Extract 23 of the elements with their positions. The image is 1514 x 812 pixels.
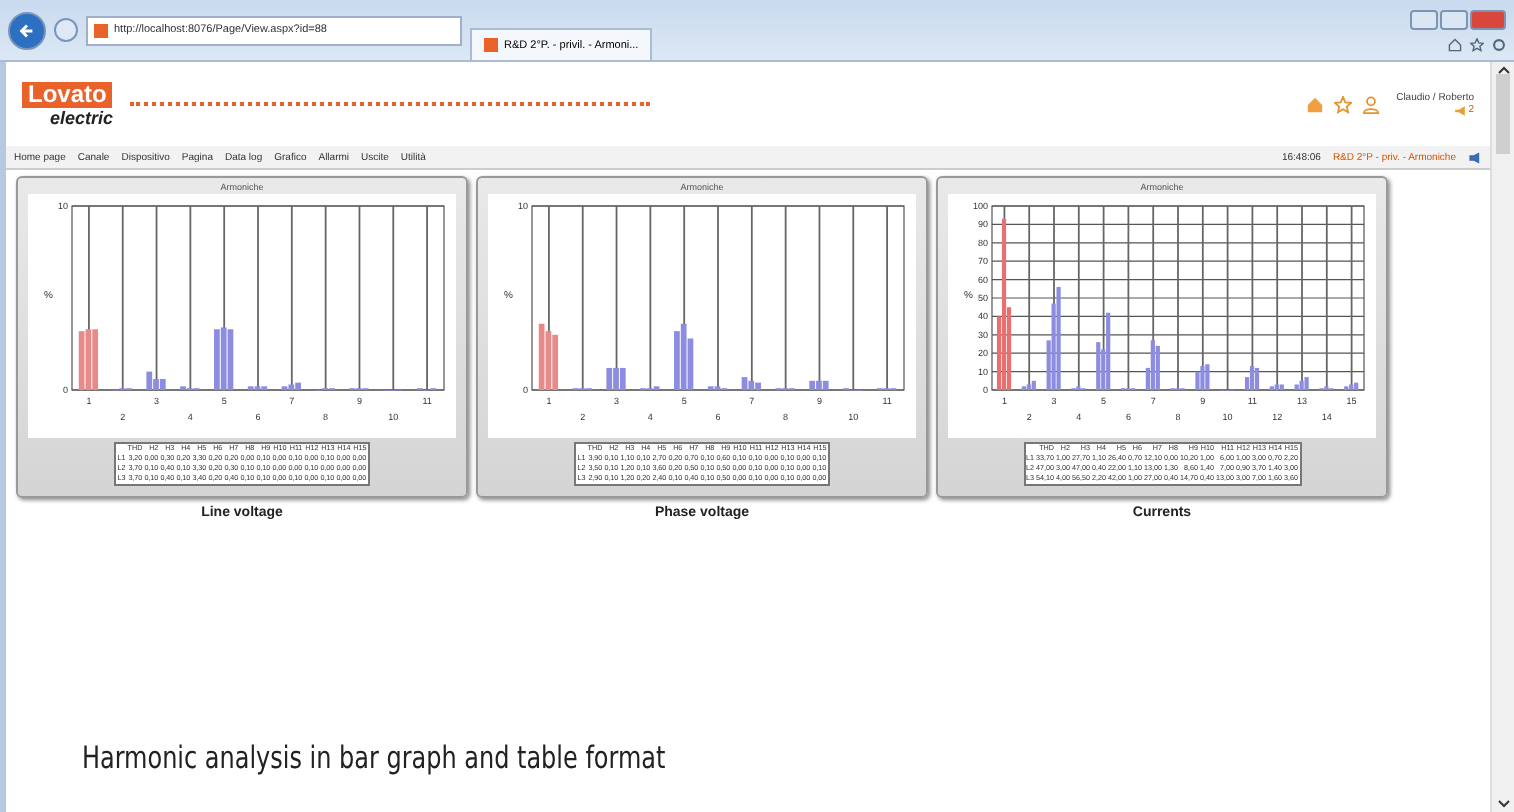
site-icon [94,23,108,37]
minimize-button[interactable] [1410,9,1438,29]
scroll-down-icon[interactable] [1497,800,1509,808]
maximize-button[interactable] [1440,9,1468,29]
speaker-icon[interactable] [1468,151,1482,163]
scroll-thumb[interactable] [1496,74,1510,154]
scroll-up-icon[interactable] [1497,66,1509,74]
logo-text: electric [48,107,114,127]
home-icon[interactable] [1306,95,1325,113]
home-icon[interactable] [1448,37,1462,51]
back-button[interactable] [8,11,46,49]
forward-button[interactable] [54,18,78,42]
star-icon[interactable] [1470,37,1484,51]
site-icon [484,38,498,52]
user-icon[interactable] [1362,95,1381,113]
logo-text: Lovato [22,81,113,107]
scrollbar[interactable] [1490,62,1514,812]
figure-caption: Harmonic analysis in bar graph and table format [82,740,666,776]
close-button[interactable] [1470,9,1506,29]
settings-icon[interactable] [1492,37,1506,51]
star-icon[interactable] [1334,95,1353,113]
back-arrow-icon [18,21,36,39]
megaphone-icon [1454,105,1467,115]
